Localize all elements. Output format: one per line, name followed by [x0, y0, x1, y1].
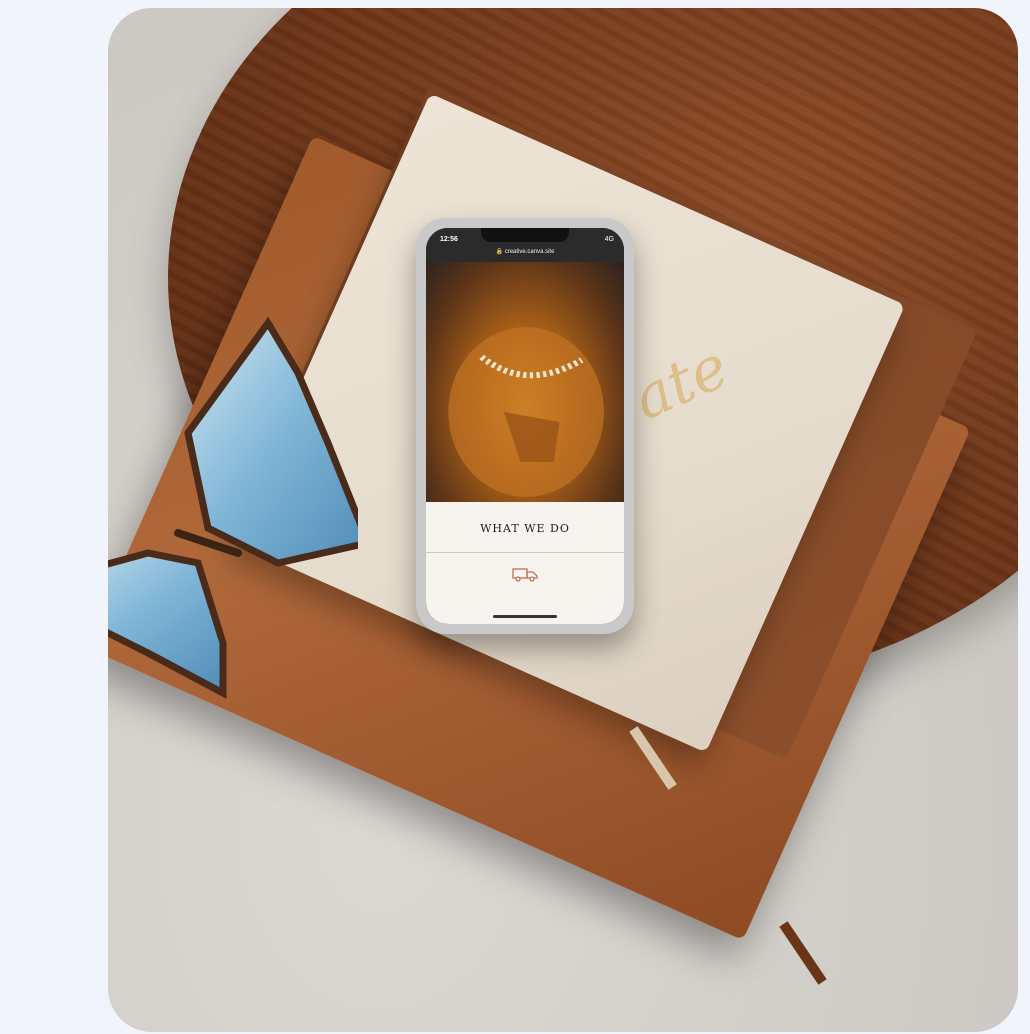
hero-image: [426, 262, 624, 502]
phone-screen: 12:56 4G 🔒 creative.canva.site WHAT WE D…: [426, 228, 624, 624]
status-time: 12:56: [440, 236, 458, 243]
section-title: WHAT WE DO: [480, 522, 570, 535]
lock-icon: 🔒: [495, 249, 504, 255]
status-bar: 12:56 4G 🔒 creative.canva.site: [426, 228, 624, 262]
necklace-image: [448, 327, 604, 497]
page-content: WHAT WE DO: [426, 502, 624, 624]
butterfly: [108, 316, 358, 699]
home-indicator[interactable]: [493, 615, 557, 618]
url-text: creative.canva.site: [504, 249, 555, 255]
smartphone: 12:56 4G 🔒 creative.canva.site WHAT WE D…: [416, 218, 634, 634]
status-signal: 4G: [604, 236, 614, 243]
divider: [426, 552, 624, 553]
truck-icon[interactable]: [512, 566, 538, 582]
photo-frame: ate 12:56 4G 🔒 creative.canva.site WHAT …: [108, 8, 1018, 1032]
address-bar[interactable]: 🔒 creative.canva.site: [426, 248, 624, 255]
phone-notch: [481, 228, 569, 242]
